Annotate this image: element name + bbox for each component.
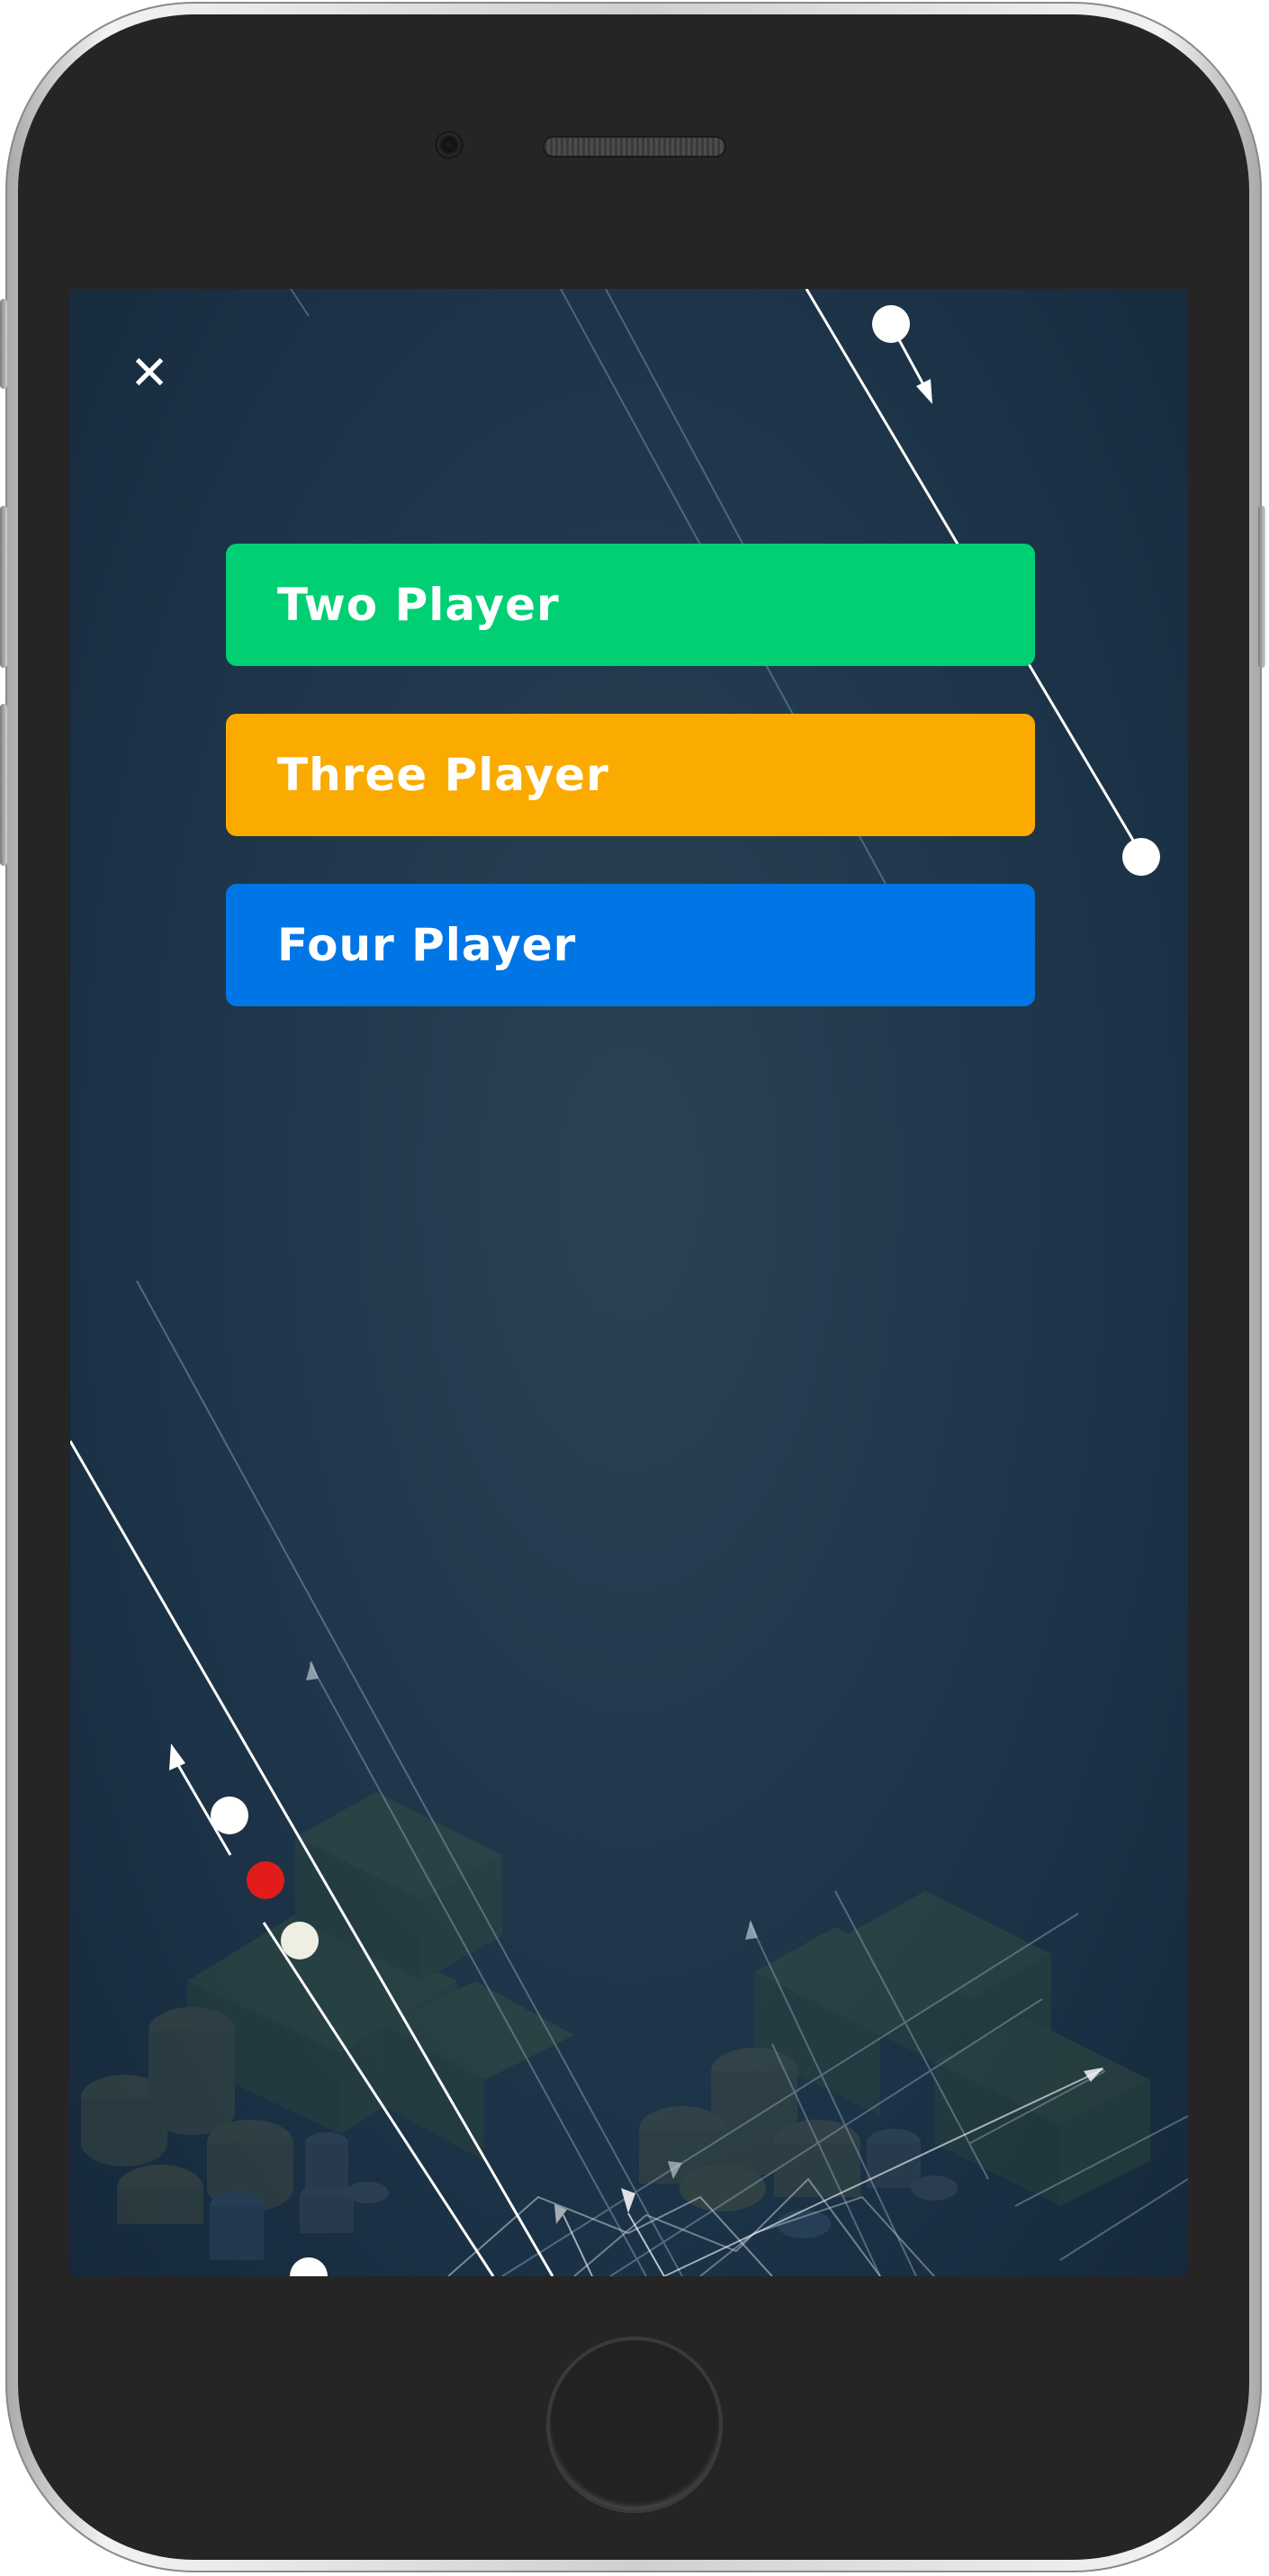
three-player-label: Three Player: [277, 749, 609, 801]
four-player-button[interactable]: Four Player: [226, 884, 1035, 1006]
four-player-label: Four Player: [277, 919, 577, 971]
power-button: [1258, 506, 1265, 668]
game-screen: ✕ Two Player Three Player Four Player: [70, 289, 1188, 2276]
close-icon: ✕: [130, 347, 169, 401]
volume-up-button: [0, 506, 7, 668]
earpiece-speaker: [544, 138, 724, 156]
money-stack-right: [639, 1891, 1150, 2238]
two-player-button[interactable]: Two Player: [226, 544, 1035, 666]
money-stack-left: [81, 1792, 574, 2260]
close-button[interactable]: ✕: [124, 348, 175, 399]
three-player-button[interactable]: Three Player: [226, 714, 1035, 836]
volume-down-button: [0, 704, 7, 866]
home-button[interactable]: [546, 2337, 723, 2513]
front-camera: [437, 133, 461, 157]
mute-switch: [0, 299, 7, 389]
two-player-label: Two Player: [277, 579, 560, 631]
